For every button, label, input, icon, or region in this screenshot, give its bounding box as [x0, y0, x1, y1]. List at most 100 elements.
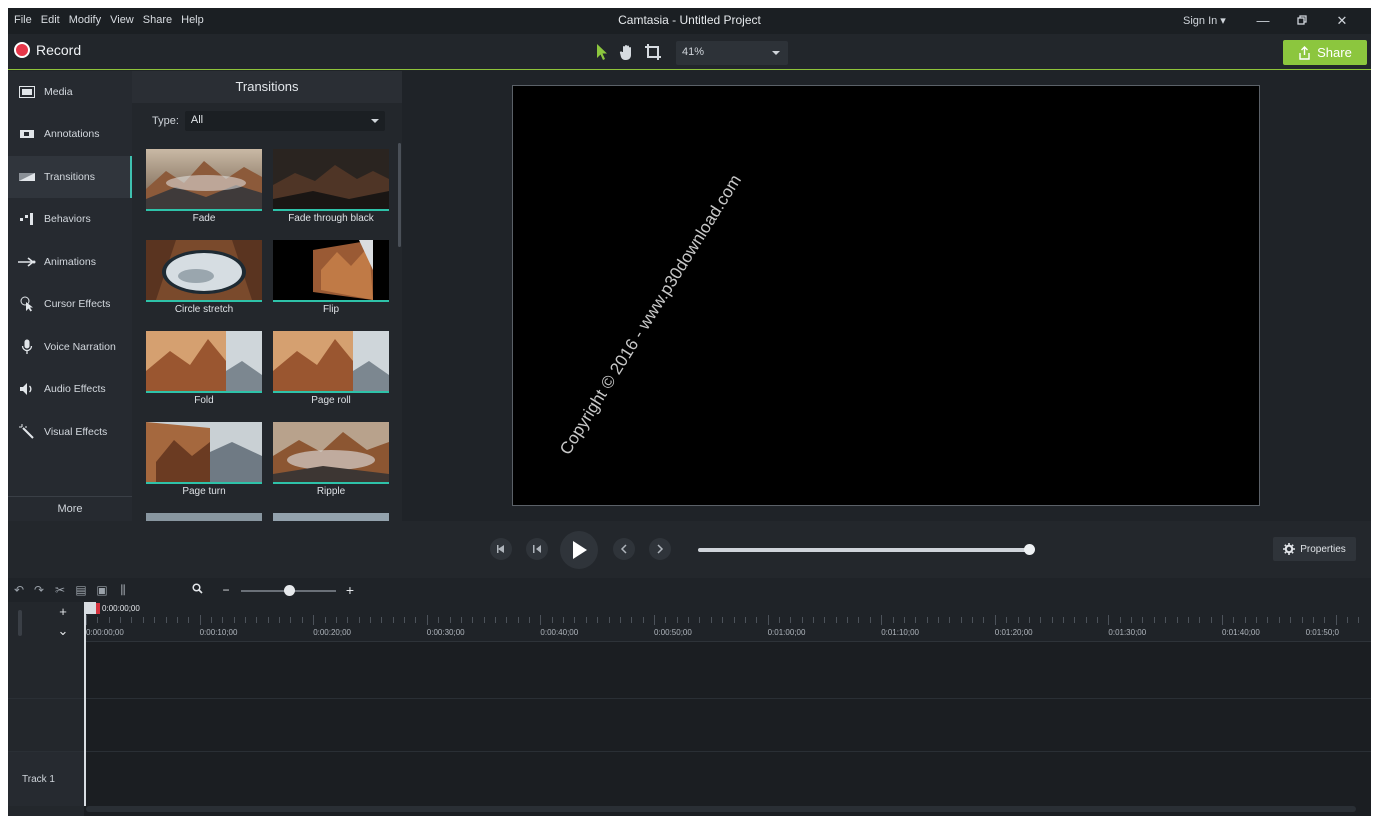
zoom-out-icon[interactable]: −	[219, 583, 233, 597]
transition-circle-stretch[interactable]: Circle stretch	[146, 240, 262, 324]
ruler-tick	[756, 617, 758, 623]
arrow-animation-icon	[18, 255, 36, 269]
ruler-tick	[926, 617, 928, 623]
sidebar-item-media[interactable]: Media	[8, 71, 132, 113]
copy-icon[interactable]: ▤	[74, 583, 88, 597]
track-height-slider[interactable]	[18, 610, 22, 636]
transition-underline	[146, 209, 262, 211]
ruler-tick	[335, 617, 337, 623]
ruler-tick	[608, 617, 610, 623]
transition-label: Flip	[322, 304, 340, 315]
transition-page-roll[interactable]: Page roll	[273, 331, 389, 415]
ruler-tick	[324, 617, 326, 623]
cut-icon[interactable]: ✂	[53, 583, 67, 597]
paste-icon[interactable]: ▣	[95, 583, 109, 597]
zoom-select[interactable]: 41%	[676, 41, 788, 65]
transition-fade-through-black[interactable]: Fade through black	[273, 149, 389, 233]
ruler-tick-label: 0:01:40;00	[1222, 628, 1260, 637]
tools-sidebar: Media Annotations Transitions Behaviors …	[8, 71, 132, 521]
ruler-tick	[847, 617, 849, 623]
transition-label: Circle stretch	[174, 304, 234, 315]
sidebar-item-audio-effects[interactable]: Audio Effects	[8, 368, 132, 410]
ruler-tick-label: 0:00:20;00	[313, 628, 351, 637]
transition-flip[interactable]: Flip	[273, 240, 389, 324]
sidebar-item-visual-effects[interactable]: Visual Effects	[8, 411, 132, 453]
microphone-icon	[18, 339, 36, 354]
ruler-tick	[903, 617, 905, 623]
record-button[interactable]: Record	[14, 42, 81, 58]
track-1-header[interactable]: Track 1	[8, 752, 84, 806]
title-bar: File Edit Modify View Share Help Camtasi…	[8, 8, 1371, 34]
add-track-button[interactable]: +	[50, 604, 76, 620]
previous-marker-icon[interactable]	[613, 538, 635, 560]
ruler-tick	[301, 617, 303, 623]
time-ruler[interactable]: 0:00:00;00 0:00:10;00 0:00:20;00 0:00:30;00…	[84, 602, 1371, 642]
step-back-icon[interactable]	[490, 538, 512, 560]
ruler-tick	[1006, 617, 1008, 623]
ruler-tick	[1210, 617, 1212, 623]
transition-label: Fold	[194, 395, 214, 406]
zoom-in-icon[interactable]: +	[343, 583, 357, 597]
type-select[interactable]: All	[184, 111, 385, 131]
sidebar-item-transitions[interactable]: Transitions	[8, 156, 132, 198]
sidebar-item-behaviors[interactable]: Behaviors	[8, 198, 132, 240]
transition-thumbnail-partial	[273, 513, 389, 521]
playback-scrubber[interactable]	[698, 548, 1032, 552]
ruler-tick	[472, 617, 474, 623]
timeline-zoom-handle[interactable]	[284, 585, 295, 596]
next-marker-icon[interactable]	[649, 538, 671, 560]
undo-icon[interactable]: ↶	[12, 583, 26, 597]
sidebar-item-annotations[interactable]: Annotations	[8, 113, 132, 155]
sidebar-item-cursor-effects[interactable]: Cursor Effects	[8, 283, 132, 325]
pan-hand-icon[interactable]	[618, 43, 638, 63]
minimize-icon[interactable]: —	[1251, 11, 1275, 31]
playhead-handle[interactable]	[84, 602, 96, 614]
film-strip-icon	[18, 85, 36, 99]
sidebar-item-label: Cursor Effects	[44, 298, 111, 310]
ruler-tick	[1222, 615, 1223, 625]
crop-icon[interactable]	[644, 43, 664, 63]
ruler-tick	[358, 617, 360, 623]
timeline-toolbar: ↶ ↷ ✂ ▤ ▣ ⫼ − +	[8, 578, 1371, 602]
sidebar-item-label: Voice Narration	[44, 341, 116, 353]
ruler-tick	[199, 615, 201, 625]
ruler-tick	[1346, 617, 1348, 623]
ruler-tick	[960, 617, 962, 623]
ruler-tick	[767, 615, 769, 625]
previous-frame-icon[interactable]	[526, 538, 548, 560]
transition-fold[interactable]: Fold	[146, 331, 262, 415]
track-separator	[8, 698, 1371, 699]
search-icon[interactable]	[190, 583, 204, 597]
playback-controls: Properties	[8, 521, 1371, 578]
ruler-tick	[188, 617, 190, 623]
sign-in-button[interactable]: Sign In ▾	[1183, 14, 1226, 27]
more-button[interactable]: More	[8, 496, 132, 521]
transition-fade[interactable]: Fade	[146, 149, 262, 233]
ruler-tick	[267, 617, 269, 623]
ruler-tick	[619, 617, 621, 623]
share-button[interactable]: Share	[1283, 40, 1367, 65]
ruler-tick	[688, 617, 690, 623]
scrubber-handle[interactable]	[1024, 544, 1035, 555]
transition-ripple[interactable]: Ripple	[273, 422, 389, 506]
panel-scrollbar[interactable]	[398, 143, 401, 247]
sidebar-item-animations[interactable]: Animations	[8, 241, 132, 283]
transition-page-turn[interactable]: Page turn	[146, 422, 262, 506]
ruler-tick	[1153, 617, 1155, 623]
properties-button[interactable]: Properties	[1273, 537, 1356, 561]
playhead[interactable]	[84, 602, 86, 806]
collapse-tracks-button[interactable]: ⌄	[50, 623, 76, 639]
select-arrow-icon[interactable]	[594, 43, 614, 63]
redo-icon[interactable]: ↷	[32, 583, 46, 597]
ruler-tick	[1131, 617, 1133, 623]
timeline-scrollbar[interactable]	[86, 806, 1356, 812]
play-icon[interactable]	[560, 531, 598, 569]
ruler-tick	[404, 617, 406, 623]
transition-underline	[146, 482, 262, 484]
restore-icon[interactable]	[1290, 11, 1314, 31]
sidebar-item-voice-narration[interactable]: Voice Narration	[8, 326, 132, 368]
split-icon[interactable]: ⫼	[116, 583, 130, 597]
preview-canvas[interactable]	[512, 85, 1260, 506]
close-icon[interactable]: ✕	[1330, 11, 1354, 31]
transition-thumbnail	[273, 422, 389, 482]
